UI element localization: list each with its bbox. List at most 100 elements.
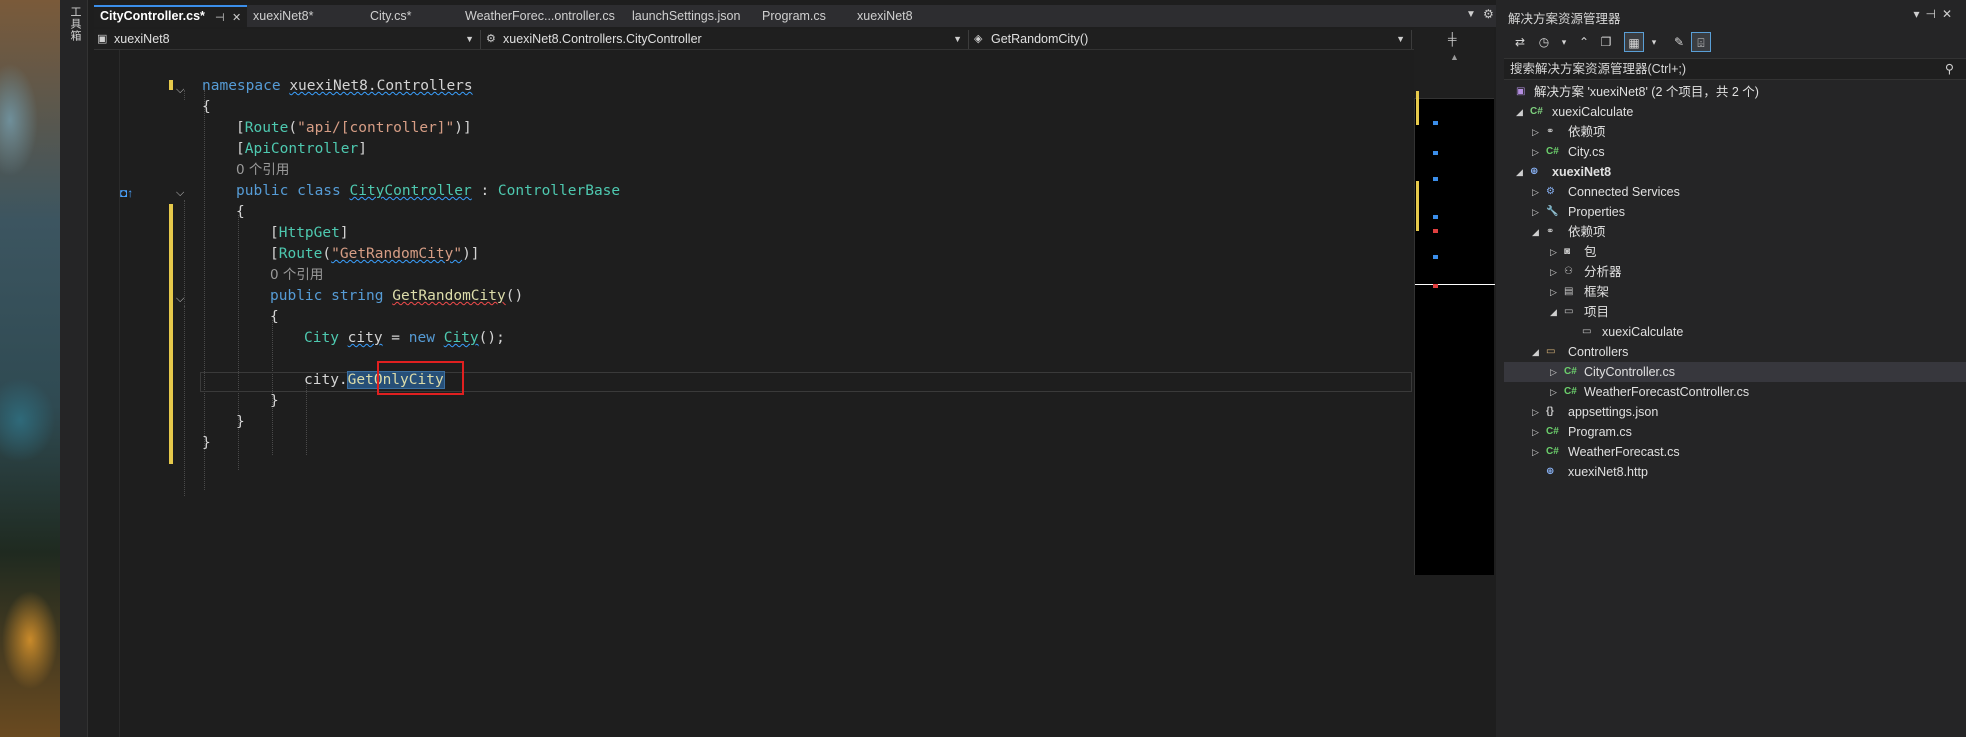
expanded-arrow-icon[interactable]: ◢: [1532, 342, 1542, 362]
collapse-icon[interactable]: ⌵: [176, 186, 188, 200]
code-line-brace[interactable]: {: [270, 307, 279, 328]
json-file-icon: {}: [1546, 406, 1554, 417]
preview-icon[interactable]: ⌹: [1691, 32, 1711, 52]
expanded-arrow-icon[interactable]: ◢: [1516, 102, 1526, 122]
tab-weatherforecastcontroller[interactable]: WeatherForec...ontroller.cs: [459, 5, 619, 27]
code-line-brace[interactable]: {: [236, 202, 245, 223]
tab-citycontroller[interactable]: CityController.cs* ⊣ ✕: [94, 5, 247, 27]
code-line-brace[interactable]: {: [202, 97, 211, 118]
tree-item-folder-controllers[interactable]: ◢ ▭ Controllers: [1504, 342, 1966, 362]
search-icon[interactable]: ⚲: [1945, 59, 1954, 79]
tab-xuexinet8-modified[interactable]: xuexiNet8*: [247, 5, 361, 27]
tree-item-project-reference[interactable]: ▭ xuexiCalculate: [1504, 322, 1966, 342]
collapsed-arrow-icon[interactable]: ▷: [1532, 182, 1542, 202]
tree-item-projects[interactable]: ◢ ▭ 项目: [1504, 302, 1966, 322]
pin-icon[interactable]: ⊣: [1925, 7, 1941, 21]
chevron-down-icon[interactable]: ▾: [1554, 32, 1574, 52]
collapsed-arrow-icon[interactable]: ▷: [1532, 422, 1542, 442]
code-line-method[interactable]: public string GetRandomCity(): [270, 286, 523, 307]
code-line-brace[interactable]: }: [202, 433, 211, 454]
tree-item-file-selected[interactable]: ▷ C# CityController.cs: [1504, 362, 1966, 382]
panel-splitter[interactable]: [1496, 0, 1504, 737]
tree-item-label: City.cs: [1568, 145, 1605, 159]
toolbox-strip[interactable]: 工具箱: [60, 0, 88, 737]
tab-label: xuexiNet8*: [253, 9, 314, 23]
expanded-arrow-icon[interactable]: ◢: [1516, 162, 1526, 182]
tab-dropdown-icon[interactable]: ▼: [1466, 9, 1476, 20]
code-line-route-attr[interactable]: [Route("api/[controller]")]: [236, 118, 472, 139]
tree-item-file[interactable]: ⊕ xuexiNet8.http: [1504, 462, 1966, 482]
collapsed-arrow-icon[interactable]: ▷: [1550, 362, 1560, 382]
chevron-down-icon[interactable]: ▾: [1644, 32, 1664, 52]
member-combo-value: GetRandomCity(): [991, 32, 1089, 46]
code-line-route2[interactable]: [Route("GetRandomCity")]: [270, 244, 480, 265]
minimap[interactable]: [1414, 91, 1495, 575]
filter-icon[interactable]: ▦: [1624, 32, 1644, 52]
gear-icon[interactable]: ⚙: [1483, 7, 1494, 21]
split-icon[interactable]: ╪: [1448, 32, 1457, 46]
solution-search-input[interactable]: 搜索解决方案资源管理器(Ctrl+;) ⚲: [1504, 58, 1966, 80]
code-line-city-decl[interactable]: City city = new City();: [304, 328, 505, 349]
history-icon[interactable]: ◷: [1534, 32, 1554, 52]
collapsed-arrow-icon[interactable]: ▷: [1550, 262, 1560, 282]
tree-item-file[interactable]: ▷ C# Program.cs: [1504, 422, 1966, 442]
project-ref-icon: ▭: [1582, 326, 1592, 337]
tree-item-label: 分析器: [1584, 265, 1622, 279]
collapsed-arrow-icon[interactable]: ▷: [1550, 242, 1560, 262]
scroll-up-icon[interactable]: ▲: [1450, 52, 1459, 62]
tree-item-label: 依赖项: [1568, 225, 1606, 239]
tab-xuexinet8[interactable]: xuexiNet8: [851, 5, 943, 27]
code-line-apicontroller[interactable]: [ApiController]: [236, 139, 367, 160]
tree-item-file[interactable]: ▷ C# City.cs: [1504, 142, 1966, 162]
codelens-references[interactable]: 0 个引用: [270, 265, 323, 286]
project-combo[interactable]: ▣ xuexiNet8 ▼: [94, 30, 481, 49]
tree-item-frameworks[interactable]: ▷ ▤ 框架: [1504, 282, 1966, 302]
tab-program-cs[interactable]: Program.cs: [756, 5, 848, 27]
chevron-down-icon[interactable]: ▾: [1913, 7, 1925, 21]
collapse-all-icon[interactable]: ⌃: [1574, 32, 1594, 52]
tree-item-project-xuexicalculate[interactable]: ◢ C# xuexiCalculate: [1504, 102, 1966, 122]
code-line-brace[interactable]: }: [236, 412, 245, 433]
member-combo[interactable]: ◈ GetRandomCity() ▼: [971, 30, 1412, 49]
collapsed-arrow-icon[interactable]: ▷: [1532, 202, 1542, 222]
collapsed-arrow-icon[interactable]: ▷: [1532, 402, 1542, 422]
code-line-brace[interactable]: }: [270, 391, 279, 412]
code-editor[interactable]: ◘↑ ⌵ ⌵ ⌵ namespace xuexiNet8.Controllers…: [94, 50, 1414, 737]
close-icon[interactable]: ✕: [232, 9, 241, 27]
tree-item-connected-services[interactable]: ▷ ⚙ Connected Services: [1504, 182, 1966, 202]
tree-item-packages[interactable]: ▷ ◙ 包: [1504, 242, 1966, 262]
code-line-httpget[interactable]: [HttpGet]: [270, 223, 349, 244]
code-line-class[interactable]: public class CityController : Controller…: [236, 181, 620, 202]
tree-item-properties[interactable]: ▷ 🔧 Properties: [1504, 202, 1966, 222]
collapse-icon[interactable]: ⌵: [176, 292, 188, 306]
expanded-arrow-icon[interactable]: ◢: [1550, 302, 1560, 322]
collapsed-arrow-icon[interactable]: ▷: [1532, 442, 1542, 462]
wrench-icon[interactable]: ✎: [1669, 32, 1689, 52]
implementation-icon[interactable]: ◘↑: [120, 186, 133, 200]
collapsed-arrow-icon[interactable]: ▷: [1532, 142, 1542, 162]
collapsed-arrow-icon[interactable]: ▷: [1550, 382, 1560, 402]
code-line-namespace[interactable]: namespace xuexiNet8.Controllers: [202, 76, 473, 97]
copy-icon[interactable]: ❐: [1596, 32, 1616, 52]
toolbox-label[interactable]: 工具箱: [67, 6, 83, 42]
tree-item-label: 包: [1584, 245, 1597, 259]
tab-launchsettings[interactable]: launchSettings.json: [626, 5, 756, 27]
tree-item-solution[interactable]: ▣ 解决方案 'xuexiNet8' (2 个项目，共 2 个): [1504, 82, 1966, 102]
tree-item-dependencies[interactable]: ◢ ⚭ 依赖项: [1504, 222, 1966, 242]
sync-icon[interactable]: ⇄: [1510, 32, 1530, 52]
tab-city-cs[interactable]: City.cs*: [364, 5, 456, 27]
tree-item-file[interactable]: ▷ {} appsettings.json: [1504, 402, 1966, 422]
type-combo[interactable]: ⚙ xuexiNet8.Controllers.CityController ▼: [483, 30, 969, 49]
tree-item-file[interactable]: ▷ C# WeatherForecastController.cs: [1504, 382, 1966, 402]
collapsed-arrow-icon[interactable]: ▷: [1532, 122, 1542, 142]
collapse-icon[interactable]: ⌵: [176, 83, 188, 97]
close-icon[interactable]: ✕: [1942, 7, 1958, 21]
pin-icon[interactable]: ⊣: [215, 9, 225, 27]
collapsed-arrow-icon[interactable]: ▷: [1550, 282, 1560, 302]
expanded-arrow-icon[interactable]: ◢: [1532, 222, 1542, 242]
tree-item-file[interactable]: ▷ C# WeatherForecast.cs: [1504, 442, 1966, 462]
tree-item-dependencies[interactable]: ▷ ⚭ 依赖项: [1504, 122, 1966, 142]
tree-item-project-xuexinet8[interactable]: ◢ ⊕ xuexiNet8: [1504, 162, 1966, 182]
codelens-references[interactable]: 0 个引用: [236, 160, 289, 181]
tree-item-analyzers[interactable]: ▷ ⚇ 分析器: [1504, 262, 1966, 282]
